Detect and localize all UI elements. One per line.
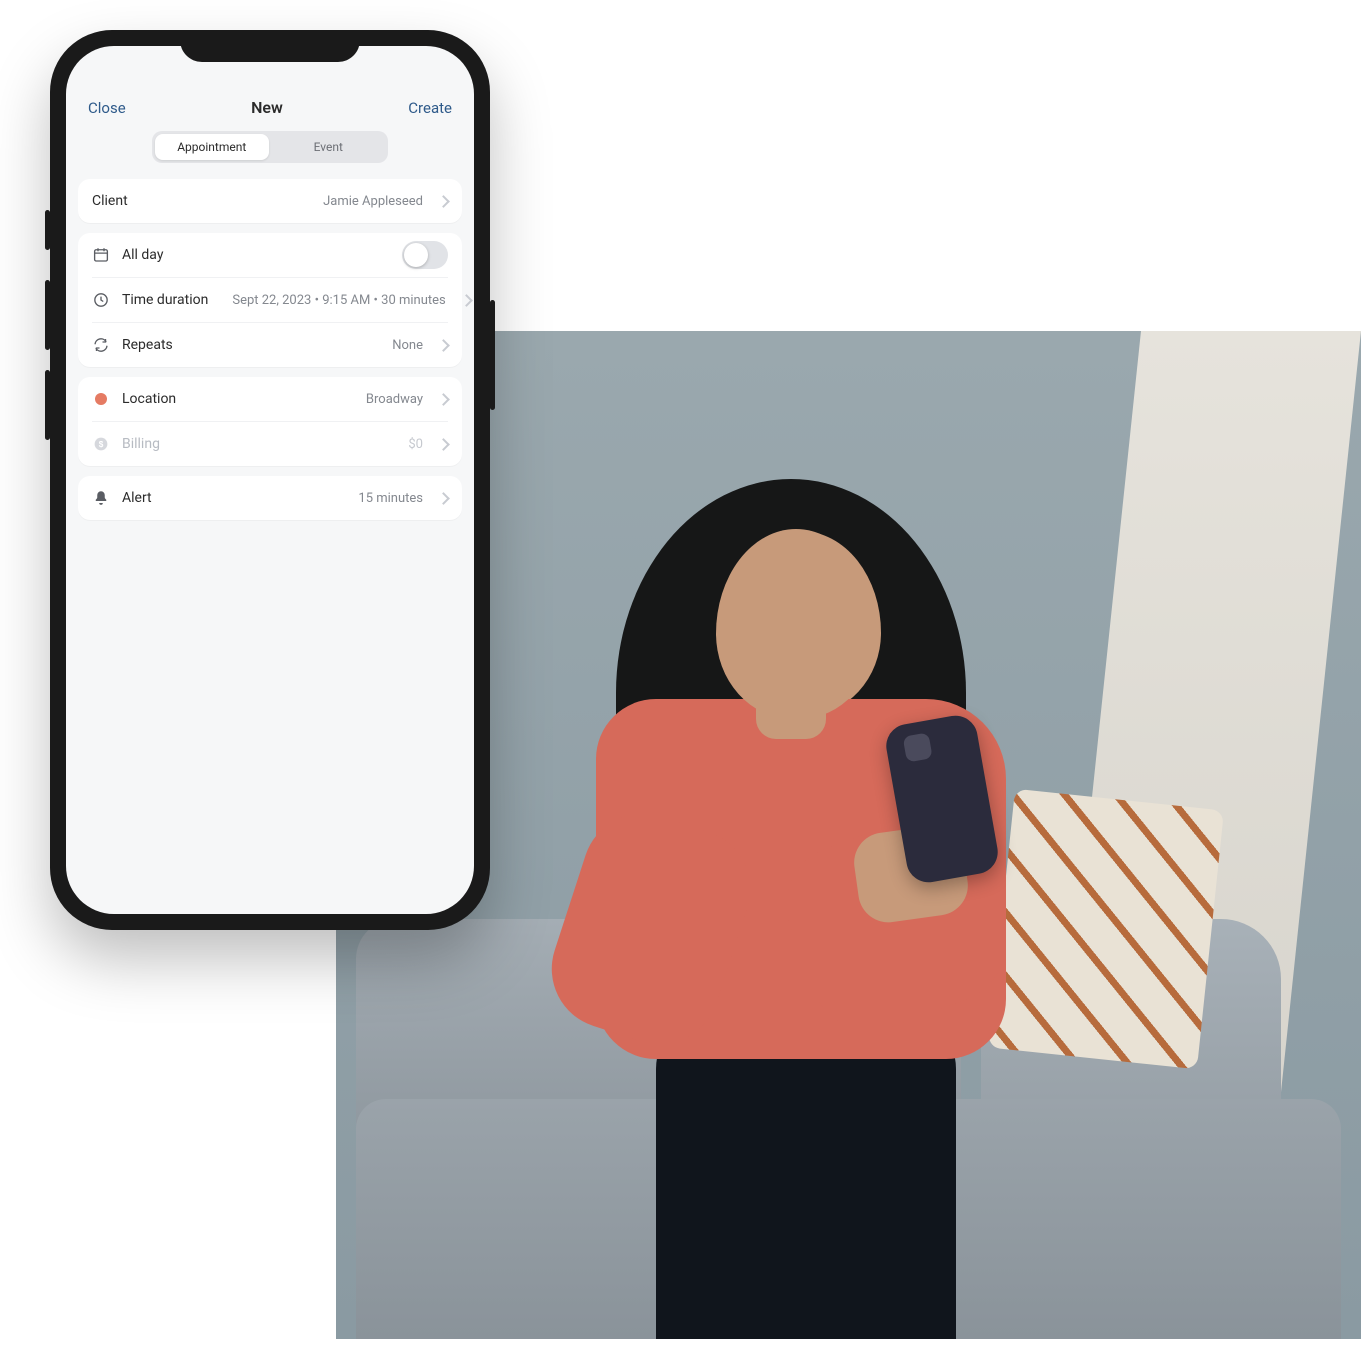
repeats-label: Repeats (122, 337, 173, 353)
all-day-label: All day (122, 247, 163, 263)
time-duration-row[interactable]: Time duration Sept 22, 2023 • 9:15 AM • … (92, 278, 448, 323)
chevron-right-icon (437, 339, 450, 352)
all-day-toggle[interactable] (402, 241, 448, 269)
location-dot-icon (92, 390, 110, 408)
svg-text:$: $ (99, 440, 104, 449)
alert-value: 15 minutes (358, 491, 423, 506)
bell-icon (92, 489, 110, 507)
new-appointment-screen: Close New Create Appointment Event Clien… (66, 46, 474, 914)
dollar-icon: $ (92, 435, 110, 453)
tab-appointment[interactable]: Appointment (155, 134, 269, 160)
billing-label: Billing (122, 436, 160, 452)
chevron-right-icon (460, 294, 473, 307)
chevron-right-icon (437, 195, 450, 208)
all-day-row: All day (92, 233, 448, 278)
time-duration-label: Time duration (122, 292, 208, 308)
chevron-right-icon (437, 492, 450, 505)
calendar-icon (92, 246, 110, 264)
screen-title: New (251, 98, 283, 117)
repeat-icon (92, 336, 110, 354)
chevron-right-icon (437, 438, 450, 451)
repeats-value: None (392, 338, 423, 353)
alert-row[interactable]: Alert 15 minutes (92, 476, 448, 520)
client-row[interactable]: Client Jamie Appleseed (92, 179, 448, 223)
tab-event[interactable]: Event (272, 134, 386, 160)
billing-value: $0 (408, 437, 423, 452)
location-row[interactable]: Location Broadway (92, 377, 448, 422)
segmented-control: Appointment Event (152, 131, 388, 163)
create-button[interactable]: Create (408, 99, 452, 117)
close-button[interactable]: Close (88, 99, 126, 117)
client-label: Client (92, 193, 128, 209)
client-value: Jamie Appleseed (323, 194, 423, 209)
clock-icon (92, 291, 110, 309)
time-duration-value: Sept 22, 2023 • 9:15 AM • 30 minutes (232, 293, 445, 308)
chevron-right-icon (437, 393, 450, 406)
repeats-row[interactable]: Repeats None (92, 323, 448, 367)
location-label: Location (122, 391, 176, 407)
nav-bar: Close New Create (66, 92, 474, 127)
phone-mockup: Close New Create Appointment Event Clien… (50, 30, 490, 930)
alert-label: Alert (122, 490, 152, 506)
location-value: Broadway (366, 392, 423, 407)
billing-row[interactable]: $ Billing $0 (92, 422, 448, 466)
